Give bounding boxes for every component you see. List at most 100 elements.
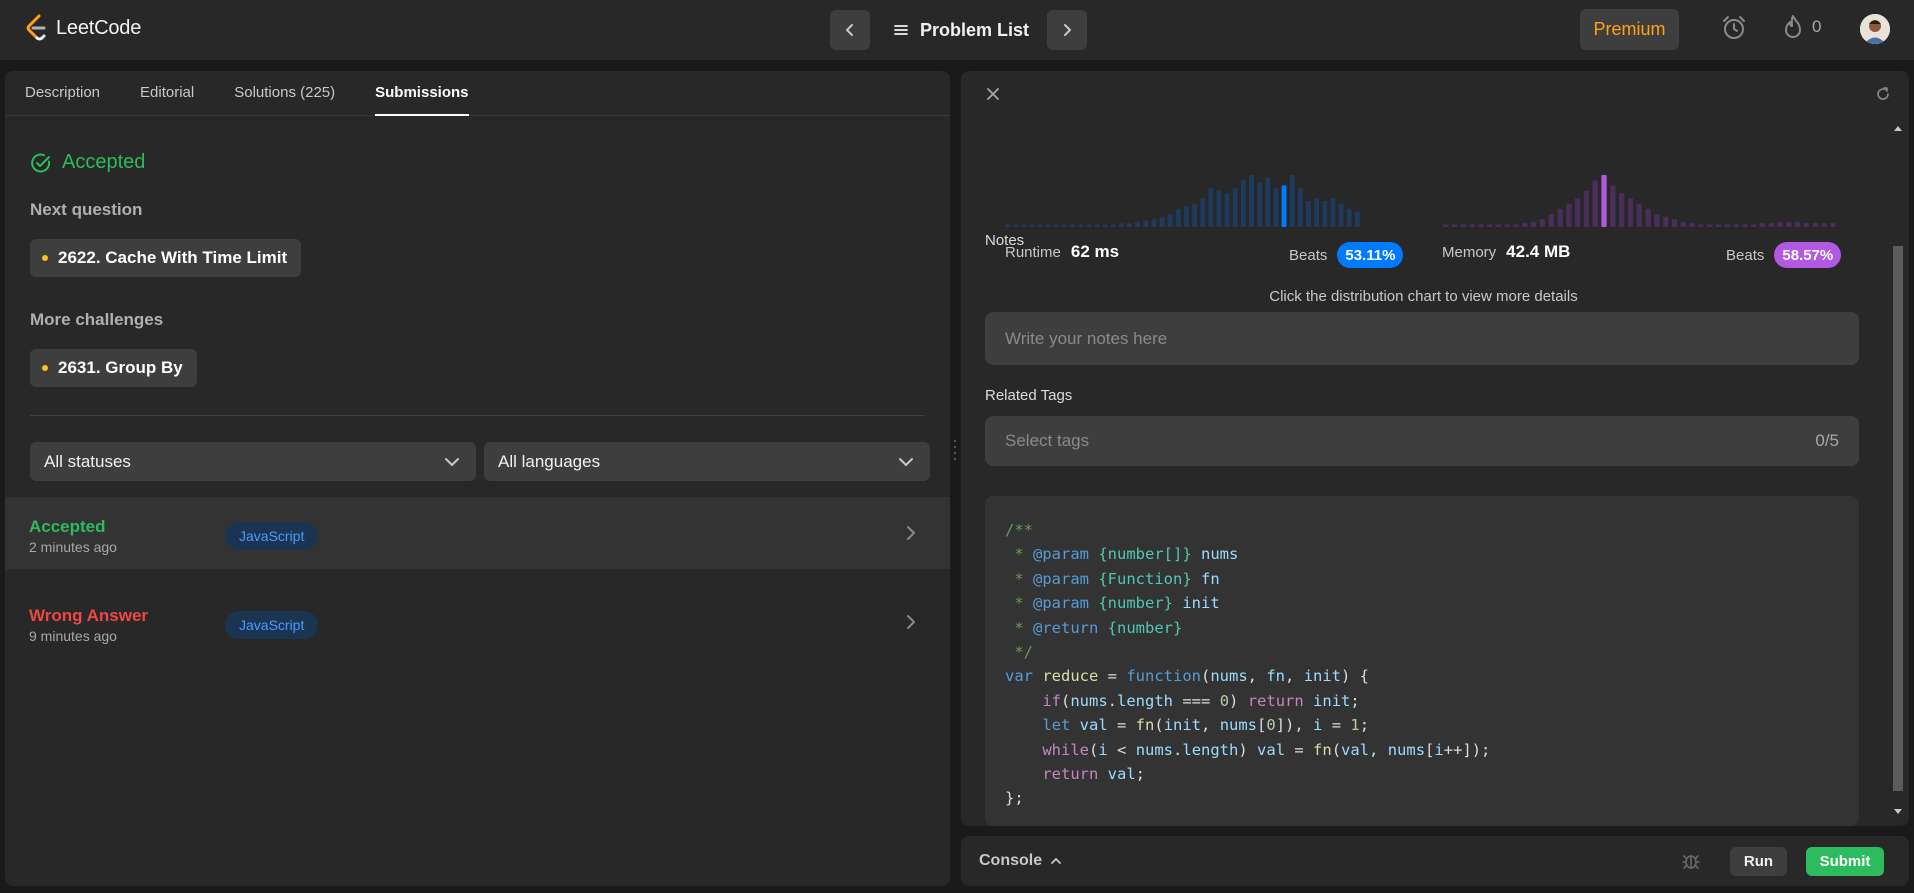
- distribution-bar[interactable]: [1751, 224, 1757, 227]
- distribution-bar[interactable]: [1257, 182, 1263, 227]
- distribution-bar[interactable]: [1451, 224, 1458, 227]
- distribution-bar[interactable]: [1021, 224, 1027, 227]
- distribution-bar[interactable]: [1053, 224, 1059, 227]
- distribution-bar[interactable]: [1232, 188, 1238, 227]
- distribution-bar[interactable]: [1601, 175, 1607, 227]
- distribution-bar[interactable]: [1531, 221, 1537, 227]
- distribution-bar[interactable]: [1715, 224, 1722, 227]
- distribution-bar[interactable]: [1078, 224, 1084, 227]
- distribution-bar[interactable]: [1636, 203, 1642, 227]
- distribution-bar[interactable]: [1045, 224, 1051, 227]
- premium-button[interactable]: Premium: [1580, 9, 1679, 50]
- distribution-bar[interactable]: [1192, 203, 1197, 227]
- distribution-bar[interactable]: [1777, 221, 1783, 227]
- distribution-bar[interactable]: [1167, 214, 1173, 227]
- distribution-bar[interactable]: [1443, 224, 1449, 227]
- distribution-bar[interactable]: [1671, 219, 1678, 227]
- distribution-bar[interactable]: [1330, 198, 1336, 227]
- console-toggle-button[interactable]: Console: [979, 852, 1062, 870]
- memory-distribution-chart[interactable]: [1443, 171, 1839, 227]
- distribution-bar[interactable]: [1698, 224, 1704, 227]
- distribution-bar[interactable]: [1548, 214, 1554, 227]
- close-icon[interactable]: [985, 86, 1001, 102]
- distribution-bar[interactable]: [1786, 221, 1792, 227]
- language-filter-select[interactable]: All languages: [484, 442, 930, 481]
- streak-counter[interactable]: 0: [1782, 14, 1821, 40]
- avatar[interactable]: [1860, 14, 1890, 44]
- distribution-bar[interactable]: [1265, 177, 1271, 227]
- prev-problem-button[interactable]: [830, 10, 870, 50]
- distribution-bar[interactable]: [1241, 180, 1246, 227]
- distribution-bar[interactable]: [1281, 185, 1287, 227]
- distribution-bar[interactable]: [1812, 223, 1818, 227]
- distribution-bar[interactable]: [1110, 224, 1116, 227]
- distribution-bar[interactable]: [1346, 208, 1352, 227]
- distribution-bar[interactable]: [1094, 224, 1100, 227]
- distribution-bar[interactable]: [1159, 216, 1165, 227]
- run-button[interactable]: Run: [1730, 847, 1787, 876]
- tags-select[interactable]: Select tags 0/5: [985, 416, 1859, 466]
- distribution-bar[interactable]: [1200, 198, 1206, 227]
- distribution-bar[interactable]: [1733, 224, 1739, 227]
- distribution-bar[interactable]: [1224, 193, 1230, 227]
- scrollbar[interactable]: [1886, 116, 1909, 826]
- distribution-bar[interactable]: [1478, 224, 1484, 227]
- distribution-bar[interactable]: [1680, 221, 1686, 227]
- distribution-bar[interactable]: [1575, 198, 1581, 227]
- panel-resize-handle[interactable]: [950, 440, 960, 460]
- distribution-bar[interactable]: [1759, 223, 1766, 227]
- distribution-bar[interactable]: [1184, 206, 1189, 227]
- distribution-bar[interactable]: [1689, 223, 1695, 227]
- refresh-icon[interactable]: [1875, 86, 1891, 102]
- scroll-up-icon[interactable]: [1893, 124, 1903, 132]
- distribution-bar[interactable]: [1627, 198, 1634, 227]
- distribution-bar[interactable]: [1610, 185, 1616, 227]
- notes-input[interactable]: [985, 312, 1859, 365]
- distribution-bar[interactable]: [1645, 208, 1651, 227]
- distribution-bar[interactable]: [1742, 224, 1748, 227]
- distribution-bar[interactable]: [1070, 224, 1075, 227]
- distribution-bar[interactable]: [1037, 224, 1043, 227]
- scroll-down-icon[interactable]: [1893, 808, 1903, 816]
- distribution-bar[interactable]: [1249, 175, 1254, 227]
- debug-icon[interactable]: [1681, 851, 1701, 871]
- distribution-bar[interactable]: [1583, 190, 1590, 227]
- distribution-bar[interactable]: [1118, 223, 1124, 227]
- distribution-bar[interactable]: [1216, 190, 1222, 227]
- tab-solutions[interactable]: Solutions (225): [234, 84, 335, 115]
- distribution-bar[interactable]: [1487, 224, 1493, 227]
- timer-button[interactable]: [1720, 14, 1748, 47]
- distribution-bar[interactable]: [1289, 175, 1295, 227]
- distribution-bar[interactable]: [1306, 201, 1311, 227]
- scroll-thumb[interactable]: [1893, 246, 1903, 791]
- distribution-bar[interactable]: [1495, 224, 1502, 227]
- tab-editorial[interactable]: Editorial: [140, 84, 194, 115]
- distribution-bar[interactable]: [1135, 221, 1141, 227]
- distribution-bar[interactable]: [1354, 211, 1360, 227]
- distribution-bar[interactable]: [1724, 224, 1730, 227]
- more-challenge-chip[interactable]: 2631. Group By: [30, 349, 197, 387]
- distribution-bar[interactable]: [1566, 203, 1572, 227]
- distribution-bar[interactable]: [1821, 223, 1827, 227]
- tab-submissions[interactable]: Submissions: [375, 84, 469, 116]
- distribution-bar[interactable]: [1029, 224, 1035, 227]
- next-problem-button[interactable]: [1047, 10, 1088, 50]
- next-question-chip[interactable]: 2622. Cache With Time Limit: [30, 239, 302, 277]
- problem-list-button[interactable]: Problem List: [894, 20, 1029, 41]
- runtime-distribution-chart[interactable]: [1005, 171, 1363, 227]
- distribution-bar[interactable]: [1469, 224, 1475, 227]
- submission-row[interactable]: Wrong Answer 9 minutes ago JavaScript: [5, 586, 950, 658]
- distribution-bar[interactable]: [1619, 193, 1625, 227]
- distribution-bar[interactable]: [1151, 219, 1157, 227]
- distribution-bar[interactable]: [1102, 224, 1108, 227]
- distribution-bar[interactable]: [1504, 224, 1510, 227]
- distribution-bar[interactable]: [1322, 201, 1328, 227]
- distribution-bar[interactable]: [1005, 224, 1010, 227]
- distribution-bar[interactable]: [1297, 188, 1303, 227]
- distribution-bar[interactable]: [1338, 203, 1344, 227]
- distribution-bar[interactable]: [1460, 224, 1466, 227]
- distribution-bar[interactable]: [1062, 224, 1067, 227]
- logo[interactable]: LeetCode: [24, 13, 141, 43]
- distribution-bar[interactable]: [1768, 223, 1774, 227]
- distribution-bar[interactable]: [1127, 223, 1132, 227]
